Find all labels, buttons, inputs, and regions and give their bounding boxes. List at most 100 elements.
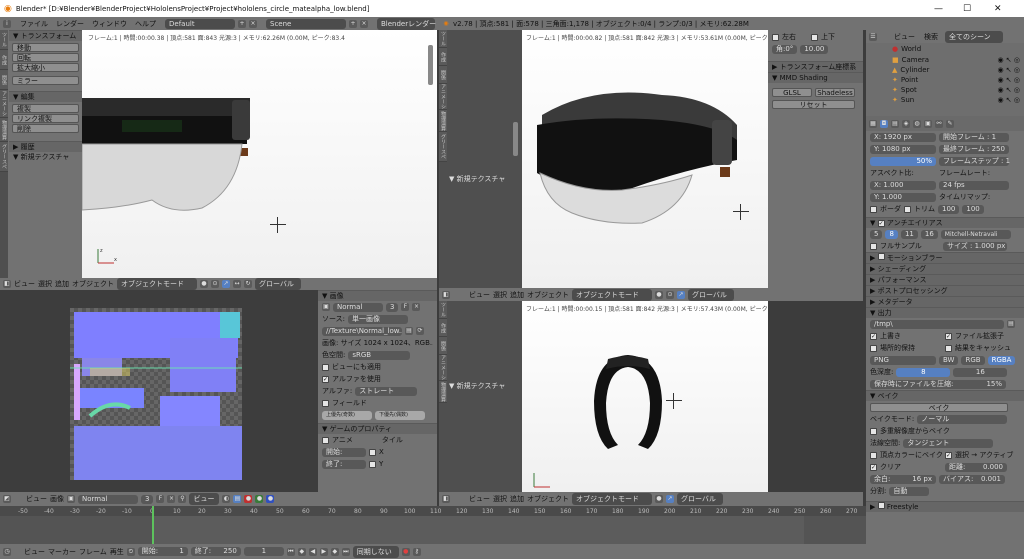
output-folder-icon[interactable]: ▤	[1007, 320, 1015, 328]
menu-file[interactable]: ファイル	[20, 19, 48, 29]
object-tab-icon[interactable]: ▣	[924, 119, 932, 128]
pivot-icon[interactable]: ⊙	[211, 280, 219, 288]
antialiasing-title[interactable]: ▼ ✓ アンチエイリアス	[866, 217, 1024, 228]
file-extensions-checkbox[interactable]: ✓	[945, 332, 952, 340]
aa-filter-select[interactable]: Mitchell-Netravali	[940, 229, 1011, 239]
overwrite-checkbox[interactable]: ✓	[870, 332, 877, 340]
bottom-tab-tools[interactable]: ツール	[439, 301, 447, 319]
top-add-menu[interactable]: 追加	[510, 290, 524, 300]
top-editor-type-icon[interactable]: ◧	[442, 290, 450, 299]
tab-create[interactable]: 作成	[0, 50, 8, 70]
visibility-eye-icon[interactable]: ◉ ↖ ◎	[997, 86, 1020, 94]
menu-help[interactable]: ヘルプ	[135, 19, 156, 29]
scale-button[interactable]: 拡大縮小	[12, 63, 79, 72]
cache-result-checkbox[interactable]	[945, 344, 952, 352]
angle-field[interactable]: 角:0°	[772, 44, 798, 54]
outliner-item[interactable]: ✦ Spot ◉ ↖ ◎	[888, 85, 1024, 95]
timeline-playback-menu[interactable]: 再生	[110, 547, 124, 557]
bottom-editor-type-icon[interactable]: ◧	[442, 495, 450, 503]
top-orientation-select[interactable]: グローバル	[688, 288, 734, 301]
image-editor-fake-icon[interactable]: F	[156, 495, 165, 503]
border-checkbox[interactable]	[870, 205, 877, 213]
outliner-display-select[interactable]: 全てのシーン	[945, 30, 1003, 43]
play-icon[interactable]: ▶	[319, 547, 328, 556]
rotate-icon[interactable]: ↻	[244, 280, 252, 288]
color-red-icon[interactable]: ●	[244, 495, 253, 503]
remap-old-field[interactable]: 100	[938, 204, 960, 214]
manipulator-icon[interactable]: ↗	[222, 280, 230, 288]
file-format-select[interactable]: PNG	[870, 355, 936, 365]
colorspace-select[interactable]: sRGB	[348, 350, 411, 360]
top-view-menu[interactable]: ビュー	[469, 290, 490, 300]
color-depth-16[interactable]: 16	[953, 367, 1008, 377]
bake-mode-select[interactable]: ノーマル	[917, 414, 1008, 424]
clear-checkbox[interactable]: ✓	[870, 463, 877, 471]
add-menu[interactable]: 追加	[55, 279, 69, 289]
image-editor-canvas[interactable]	[0, 290, 318, 492]
translate-icon[interactable]: ↔	[233, 280, 241, 288]
info-editor-icon[interactable]: i	[3, 19, 11, 28]
pin-icon[interactable]: ⚲	[178, 495, 187, 503]
menu-window[interactable]: ウィンドウ	[92, 19, 127, 29]
new-texture-panel-title[interactable]: ▼ 新規テクスチャ	[9, 152, 82, 163]
fake-user-icon[interactable]: F	[401, 303, 410, 311]
properties-type-icon[interactable]: ▦	[869, 119, 877, 128]
freestyle-checkbox[interactable]	[877, 502, 885, 509]
display-icon[interactable]: ▤	[233, 495, 242, 503]
tab-relations[interactable]: 関係	[0, 70, 8, 90]
edit-panel-title[interactable]: ▼ 編集	[9, 91, 82, 102]
visibility-eye-icon[interactable]: ◉ ↖ ◎	[997, 66, 1020, 74]
fps-select[interactable]: 24 fps	[939, 180, 1009, 190]
bottom-tab-physics[interactable]: 物理演算	[439, 381, 447, 403]
top-object-menu[interactable]: オブジェクト	[527, 290, 569, 300]
modifiers-tab-icon[interactable]: ✎	[946, 119, 954, 128]
mmd-shading-title[interactable]: ▼ MMD Shading	[768, 72, 863, 83]
constraints-tab-icon[interactable]: ⚯	[935, 119, 943, 128]
bottom-new-texture-title[interactable]: ▼ 新規テクスチャ	[449, 381, 505, 391]
top-shading-icon[interactable]: ●	[655, 290, 663, 299]
tab-grease-pencil[interactable]: グリースペンシル	[0, 142, 8, 172]
bottom-tab-relations[interactable]: 関係	[439, 337, 447, 355]
top-tab-tools[interactable]: ツール	[439, 30, 447, 48]
tab-animation[interactable]: アニメーション	[0, 90, 8, 118]
top-tab-physics[interactable]: 物理演算	[439, 110, 447, 132]
top-manipulator-icon[interactable]: ↗	[677, 290, 685, 299]
world-tab-icon[interactable]: ◍	[913, 119, 921, 128]
use-alpha-checkbox[interactable]: ✓	[322, 375, 329, 383]
aa-samples-16[interactable]: 16	[920, 229, 938, 239]
object-menu[interactable]: オブジェクト	[72, 279, 114, 289]
record-icon[interactable]: ●	[401, 547, 410, 556]
freestyle-title[interactable]: ▶ Freestyle	[866, 501, 1024, 512]
duplicate-button[interactable]: 複製	[12, 104, 79, 113]
outliner-search-menu[interactable]: 検索	[924, 32, 938, 42]
image-editor-name-field[interactable]: Normal	[78, 494, 138, 504]
alpha-mode-select[interactable]: ストレート	[355, 386, 418, 396]
visibility-eye-icon[interactable]: ◉ ↖ ◎	[997, 96, 1020, 104]
split-select[interactable]: 自動	[889, 486, 930, 496]
menu-render[interactable]: レンダー	[56, 19, 84, 29]
aspect-y-field[interactable]: Y: 1.000	[870, 192, 936, 202]
timeline-frame-menu[interactable]: フレーム	[79, 547, 107, 557]
aspect-x-field[interactable]: X: 1.000	[870, 180, 936, 190]
editor-type-icon[interactable]: ◧	[3, 280, 11, 288]
viewport-left[interactable]: フレーム:1 | 時間:00:00.38 | 頂点:581 面:843 光源:3…	[82, 30, 437, 278]
bottom-tab-animation[interactable]: アニメーション	[439, 355, 447, 381]
timeline-start-field[interactable]: 開始: 1	[137, 547, 188, 556]
bottom-mode-select[interactable]: オブジェクトモード	[572, 493, 652, 505]
image-editor-view-select[interactable]: ビュー	[189, 493, 220, 505]
motion-blur-title[interactable]: ▶ モーションブラー	[866, 252, 1024, 263]
tab-physics[interactable]: 物理演算	[0, 118, 8, 142]
current-frame-field[interactable]: 1	[243, 547, 284, 556]
visibility-eye-icon[interactable]: ◉ ↖ ◎	[997, 56, 1020, 64]
output-path-field[interactable]: /tmp\	[870, 319, 1004, 329]
bake-title[interactable]: ▼ ベイク	[866, 390, 1024, 401]
scene-add-icon[interactable]: +	[349, 19, 357, 28]
image-editor-type-icon[interactable]: ◩	[3, 495, 11, 503]
game-props-title[interactable]: ▼ ゲームのプロパティ	[318, 423, 437, 434]
layers-tab-icon[interactable]: ▤	[891, 119, 899, 128]
frame-step-field[interactable]: フレームステップ : 1	[939, 156, 1010, 166]
image-name-field[interactable]: Normal	[333, 302, 383, 312]
lower-first-button[interactable]: 下優先(偶数)	[375, 410, 425, 420]
aa-samples-5[interactable]: 5	[870, 229, 883, 239]
resolution-y-field[interactable]: Y: 1080 px	[870, 144, 936, 154]
